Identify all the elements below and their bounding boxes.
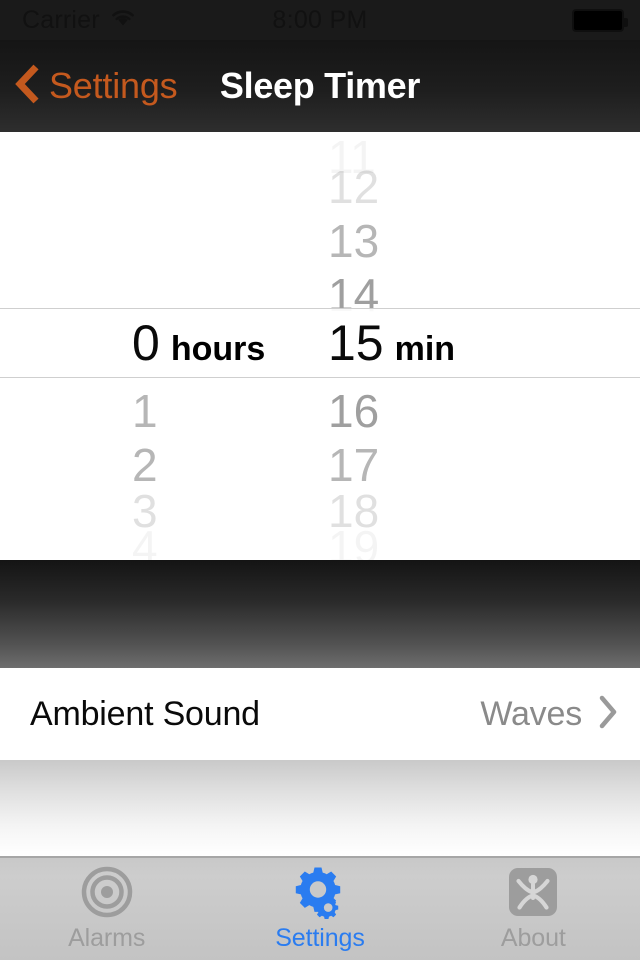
- picker-item[interactable]: 12: [300, 160, 628, 214]
- person-badge-icon: [508, 866, 558, 918]
- picker-item[interactable]: 13: [300, 214, 628, 268]
- battery-full-icon: [572, 9, 628, 32]
- ambient-sound-row[interactable]: Ambient Sound Waves: [0, 668, 640, 760]
- picker-item[interactable]: 19: [300, 520, 628, 560]
- ambient-sound-label: Ambient Sound: [30, 694, 260, 733]
- page-title: Sleep Timer: [219, 65, 421, 106]
- app-screen: Carrier 8:00 PM Settings Sleep Timer 1 2…: [0, 0, 640, 960]
- ambient-sound-right: Waves: [480, 695, 618, 734]
- target-bullseye-icon: [81, 866, 133, 918]
- dark-gradient-divider: [0, 560, 640, 668]
- tab-settings-label: Settings: [275, 923, 365, 952]
- light-gradient-divider: [0, 760, 640, 856]
- picker-column-minutes[interactable]: 11 12 13 14 16 17 18 19: [300, 132, 600, 560]
- ambient-sound-value: Waves: [480, 694, 582, 733]
- navigation-bar: Settings Sleep Timer: [0, 40, 640, 132]
- picker-item[interactable]: 14: [300, 268, 628, 322]
- tab-about-label: About: [500, 923, 566, 952]
- gears-icon: [292, 866, 348, 919]
- tab-alarms[interactable]: Alarms: [0, 858, 213, 960]
- chevron-right-icon: [598, 695, 618, 734]
- status-bar: Carrier 8:00 PM: [0, 0, 640, 40]
- picker-column-hours[interactable]: 1 2 3 4: [20, 132, 320, 560]
- tab-settings[interactable]: Settings: [213, 858, 426, 960]
- picker-item[interactable]: 16: [300, 384, 628, 438]
- tab-bar: Alarms Settings About: [0, 856, 640, 960]
- sleep-timer-picker[interactable]: 1 2 3 4 11 12 13 14 16 17 18 19 0 hours …: [0, 132, 640, 560]
- tab-alarms-label: Alarms: [68, 923, 146, 952]
- clock-label: 8:00 PM: [272, 5, 368, 34]
- tab-about[interactable]: About: [427, 858, 640, 960]
